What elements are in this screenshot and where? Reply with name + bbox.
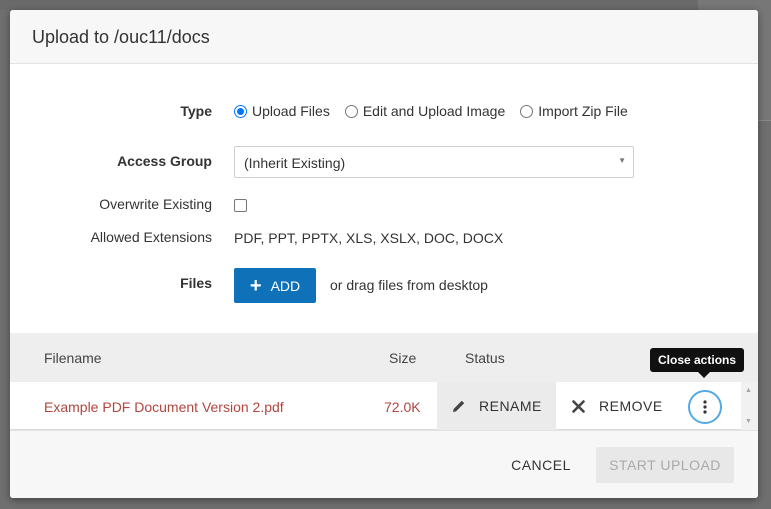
close-actions-button[interactable] — [688, 390, 722, 424]
radio-import-zip[interactable]: Import Zip File — [520, 103, 628, 119]
cancel-button[interactable]: CANCEL — [500, 447, 582, 483]
radio-upload-files-input[interactable] — [234, 104, 247, 118]
caret-down-icon: ▼ — [618, 156, 626, 165]
vertical-dots-icon — [703, 400, 707, 414]
allowed-extensions-label: Allowed Extensions — [90, 229, 212, 245]
radio-edit-upload-image-input[interactable] — [344, 104, 358, 118]
radio-upload-files[interactable]: Upload Files — [234, 103, 330, 119]
drag-hint: or drag files from desktop — [330, 277, 488, 293]
radio-import-zip-input[interactable] — [520, 104, 534, 118]
backdrop-divider — [757, 120, 771, 121]
backdrop — [0, 0, 771, 10]
close-actions-tooltip: Close actions — [650, 348, 745, 378]
access-group-select[interactable]: (Inherit Existing) ▼ — [234, 146, 634, 178]
scroll-up-icon[interactable]: ▲ — [745, 387, 752, 394]
type-radio-group: Upload Files Edit and Upload Image Impor… — [234, 103, 643, 119]
radio-upload-files-label: Upload Files — [252, 103, 330, 119]
dialog-header: Upload to /ouc11/docs — [10, 10, 758, 64]
table-scrollbar[interactable]: ▲ ▼ — [741, 382, 758, 430]
radio-import-zip-label: Import Zip File — [538, 103, 628, 119]
file-table: Filename Size Status Example PDF Documen… — [10, 333, 758, 430]
access-group-label: Access Group — [117, 153, 212, 169]
table-row: Example PDF Document Version 2.pdf 72.0K… — [10, 382, 741, 430]
row-size: 72.0K — [384, 399, 421, 415]
rename-button-label: RENAME — [479, 398, 542, 414]
scroll-down-icon[interactable]: ▼ — [745, 418, 752, 425]
dialog-title: Upload to /ouc11/docs — [32, 27, 210, 47]
header-status: Status — [465, 350, 505, 366]
allowed-extensions-value: PDF, PPT, PPTX, XLS, XSLX, DOC, DOCX — [234, 230, 504, 246]
header-size: Size — [389, 350, 417, 366]
radio-edit-upload-image-label: Edit and Upload Image — [362, 103, 506, 119]
overwrite-label: Overwrite Existing — [99, 196, 212, 212]
overwrite-checkbox[interactable] — [234, 199, 247, 212]
rename-button[interactable]: RENAME — [437, 382, 556, 430]
dialog-footer: CANCEL START UPLOAD — [10, 430, 758, 498]
table-header: Filename Size Status — [10, 333, 758, 382]
files-label: Files — [180, 275, 212, 291]
add-files-button[interactable]: + ADD — [234, 268, 316, 303]
type-label: Type — [180, 103, 212, 119]
start-upload-button[interactable]: START UPLOAD — [596, 447, 734, 483]
upload-dialog: Upload to /ouc11/docs Type Upload Files … — [10, 10, 758, 498]
plus-icon: + — [249, 274, 262, 297]
close-icon — [572, 399, 585, 413]
radio-edit-upload-image[interactable]: Edit and Upload Image — [344, 103, 506, 119]
pencil-icon — [453, 400, 465, 412]
row-filename: Example PDF Document Version 2.pdf — [44, 399, 284, 415]
header-filename: Filename — [44, 350, 102, 366]
remove-button-label: REMOVE — [599, 398, 663, 414]
add-files-button-label: ADD — [270, 277, 301, 294]
access-group-value: (Inherit Existing) — [244, 155, 346, 171]
remove-button[interactable]: REMOVE — [556, 382, 676, 430]
